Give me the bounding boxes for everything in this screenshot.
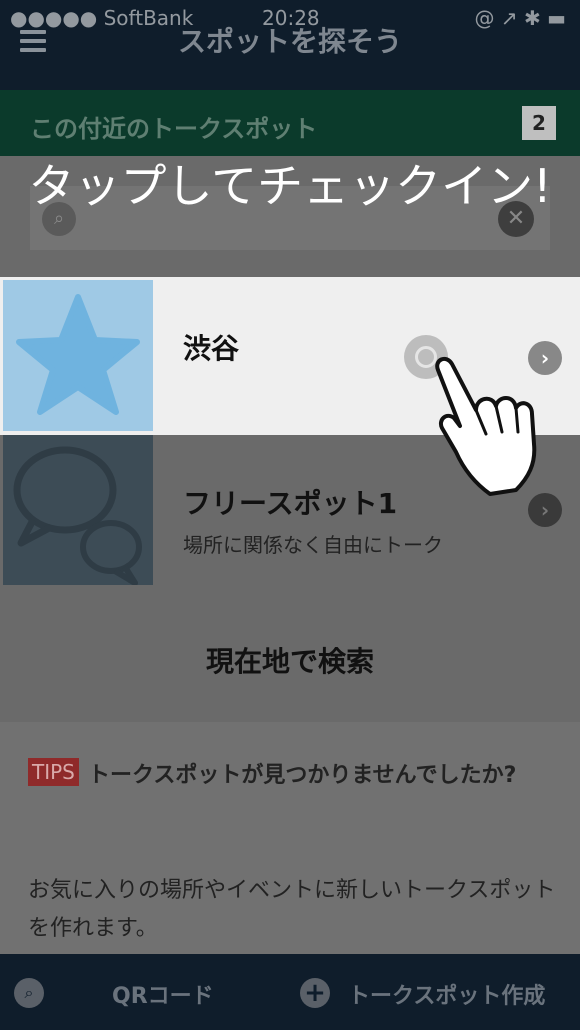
search-icon[interactable]: ⌕ [14,978,44,1008]
nearby-label: この付近のトークスポット [30,115,318,143]
tutorial-instruction: タップしてチェックイン! [28,159,552,213]
chat-bubbles-icon [3,435,153,586]
bottom-toolbar: ⌕ QRコード + トークスポット作成 [0,954,580,1030]
hand-pointer-icon [420,352,540,497]
tips-section: トークスポットが見つかりませんでしたか? TIPS お気に入りの場所やイベントに… [0,722,580,954]
qr-code-button[interactable]: QRコード [112,978,214,1010]
star-icon [3,280,153,431]
spot-description: 場所に関係なく自由にトーク [183,533,443,557]
create-talk-spot-button[interactable]: トークスポット作成 [348,978,545,1010]
tips-badge: TIPS [28,758,79,786]
chevron-right-icon[interactable]: › [528,493,562,527]
nearby-count-badge: 2 [522,106,556,140]
tips-headline: トークスポットが見つかりませんでしたか? [88,763,517,788]
spot-name: フリースポット1 [183,487,398,520]
nearby-spots-header: この付近のトークスポット 2 [0,90,580,156]
tips-body: お気に入りの場所やイベントに新しいトークスポットを作れます。 [28,878,556,941]
spot-name: 渋谷 [183,332,240,365]
plus-icon[interactable]: + [300,978,330,1008]
search-current-location-button[interactable]: 現在地で検索 [0,640,580,680]
nav-bar: スポットを探そう [0,25,580,90]
page-title: スポットを探そう [177,25,402,58]
